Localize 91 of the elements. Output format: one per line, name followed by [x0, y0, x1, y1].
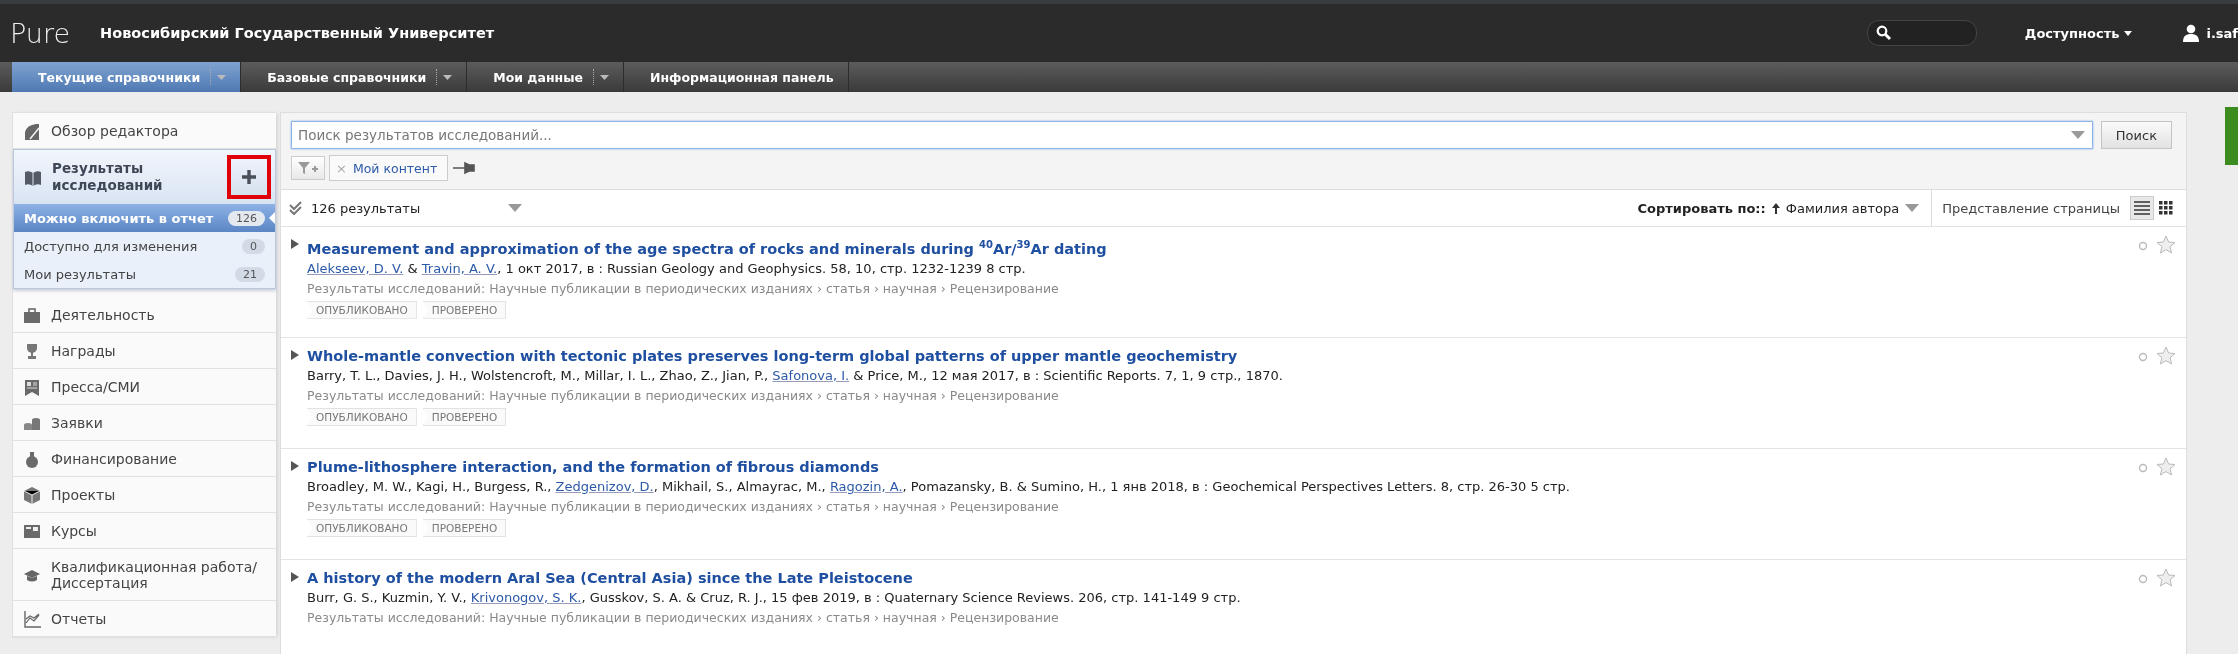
sidebar-item[interactable]: Финансирование: [13, 441, 276, 477]
menu-icon: [23, 609, 41, 628]
result-count: 126 результаты: [311, 200, 421, 216]
count-badge: 0: [242, 238, 265, 254]
nav-tab[interactable]: Информационная панель: [623, 62, 849, 92]
result-title[interactable]: Plume-lithosphere interaction, and the formation of fibrous diamonds: [307, 457, 879, 477]
filter-chip[interactable]: × Мой контент: [329, 155, 449, 181]
grid-icon: [2159, 201, 2173, 215]
filter-icon: [297, 161, 319, 175]
double-check-icon[interactable]: [289, 201, 303, 215]
menu-icon: [23, 485, 41, 504]
up-arrow-icon: [1771, 202, 1780, 214]
result-category: Результаты исследований: Научные публикации в периодических изданиях › статья › научная › Рецензирование: [307, 609, 1060, 627]
view-label: Представление страницы: [1941, 200, 2121, 216]
status-tag: ОПУБЛИКОВАНО: [307, 519, 417, 537]
expand-arrow-icon[interactable]: [291, 572, 299, 582]
author-link[interactable]: Ragozin, A.: [829, 479, 903, 494]
result-authors: Barry, T. L., Davies, J. H., Wolstencroft, M., Millar, I. L., Zhao, Z., Jian, P., Safonova, I. & Price, M., 12 мая 2017, в : Scientific Reports. 7, 1, 9 стр., 1870.: [307, 367, 1284, 385]
logo[interactable]: Pure: [10, 17, 71, 49]
add-filter-button[interactable]: [291, 156, 325, 180]
count-badge: 126: [228, 210, 265, 226]
sidebar-item[interactable]: Отчеты: [13, 601, 276, 637]
circle-icon[interactable]: [2138, 352, 2148, 362]
author-link[interactable]: Safonova, I.: [772, 368, 850, 383]
result-title[interactable]: Measurement and approximation of the age spectra of rocks and minerals during $^{40}$Ar/$^{39}$Ar dating: [307, 235, 1107, 259]
university-name: Новосибирский Государственный Университет: [100, 25, 495, 41]
sidebar-item[interactable]: Проекты: [13, 477, 276, 513]
sort-label: Сортировать по::: [1637, 200, 1766, 216]
menu-icon: [23, 377, 41, 396]
caret-icon: [2124, 30, 2133, 36]
sidebar-subitem[interactable]: Можно включить в отчет 126: [14, 204, 275, 232]
caret-icon: [217, 74, 227, 80]
status-tag: ОПУБЛИКОВАНО: [307, 408, 417, 426]
search-field[interactable]: [1866, 20, 1977, 46]
result-category: Результаты исследований: Научные публикации в периодических изданиях › статья › научная › Рецензирование: [307, 279, 1060, 298]
menu-icon: [24, 168, 42, 186]
list-icon: [2134, 201, 2150, 215]
menu-icon: [23, 305, 41, 324]
result-authors: Alekseev, D. V. & Travin, A. V., 1 окт 2017, в : Russian Geology and Geophysics. 58, 10, стр. 1232-1239 8 стр.: [307, 259, 1027, 278]
author-link[interactable]: Travin, A. V.: [421, 260, 498, 276]
accessibility-menu[interactable]: Доступность: [2024, 25, 2133, 41]
result-category: Результаты исследований: Научные публикации в периодических изданиях › статья › научная › Рецензирование: [307, 498, 1060, 516]
star-icon[interactable]: [2156, 457, 2176, 476]
dropdown-arrow-icon[interactable]: [2070, 131, 2085, 139]
menu-icon: [23, 121, 41, 140]
star-icon[interactable]: [2156, 346, 2176, 365]
author-link[interactable]: Krivonogov, S. K.: [470, 590, 582, 605]
expand-arrow-icon[interactable]: [291, 461, 299, 471]
sidebar-subitem[interactable]: Мои результаты 21: [14, 260, 275, 288]
dropdown-arrow-icon[interactable]: [508, 204, 523, 212]
sort-dropdown[interactable]: Фамилия автора: [1785, 200, 1900, 216]
sidebar-item[interactable]: Пресса/СМИ: [13, 369, 276, 405]
star-icon[interactable]: [2156, 568, 2176, 587]
star-icon[interactable]: [2156, 235, 2176, 254]
circle-icon[interactable]: [2138, 241, 2148, 251]
result-authors: Broadley, M. W., Kagi, H., Burgess, R., Zedgenizov, D., Mikhail, S., Almayrac, M., Ragozin, A., Pomazansky, B. & Sumino, H., 1 янв 2018, в : Geochemical Perspectives Letters. 8, стр. 26-30 5 стр.: [307, 478, 1571, 496]
search-button[interactable]: Поиск: [2100, 121, 2172, 149]
expand-arrow-icon[interactable]: [291, 350, 299, 360]
result-authors: Burr, G. S., Kuzmin, Y. V., Krivonogov, S. K., Gusskov, S. A. & Cruz, R. J., 15 фев 2019, в : Quaternary Science Reviews. 206, стр. 141-149 9 стр.: [307, 589, 1242, 607]
search-icon: [1875, 25, 1892, 41]
sidebar-item[interactable]: Награды: [13, 333, 276, 369]
sidebar-item[interactable]: Курсы: [13, 513, 276, 549]
search-field[interactable]: Поиск результатов исследований...: [291, 121, 2093, 149]
nav-tab[interactable]: Мои данные: [467, 62, 624, 92]
status-tag: ПРОВЕРЕНО: [422, 408, 507, 426]
user-name[interactable]: i.saf: [2206, 25, 2238, 41]
author-link[interactable]: Alekseev, D. V.: [307, 260, 404, 276]
menu-icon: [23, 449, 41, 468]
status-tag: ОПУБЛИКОВАНО: [307, 300, 417, 319]
sidebar-item[interactable]: Деятельность: [13, 297, 276, 333]
nav-tab[interactable]: Базовые справочники: [241, 62, 468, 92]
result-title[interactable]: Whole-mantle convection with tectonic plates preserves long-term global patterns of upper mantle geochemistry: [307, 346, 1238, 366]
caret-icon: [599, 74, 609, 80]
sidebar-item[interactable]: Заявки: [13, 405, 276, 441]
count-badge: 21: [235, 266, 265, 282]
author-link[interactable]: Zedgenizov, D.: [555, 479, 654, 494]
caret-icon: [443, 74, 453, 80]
result-title[interactable]: A history of the modern Aral Sea (Central Asia) since the Late Pleistocene: [307, 568, 913, 588]
pin-icon[interactable]: [452, 161, 477, 175]
dropdown-arrow-icon[interactable]: [1905, 204, 1920, 212]
sidebar-subitem[interactable]: Доступно для изменения 0: [14, 232, 275, 260]
status-tag: ПРОВЕРЕНО: [422, 519, 507, 537]
user-icon: [2182, 24, 2201, 42]
status-tag: ПРОВЕРЕНО: [422, 300, 507, 319]
circle-icon[interactable]: [2138, 574, 2148, 584]
expand-arrow-icon[interactable]: [291, 239, 299, 249]
view-toggle[interactable]: [2130, 196, 2154, 220]
sidebar-item[interactable]: Квалификационная работа/ Диссертация: [13, 549, 276, 601]
circle-icon[interactable]: [2138, 463, 2148, 473]
plus-icon: [241, 169, 257, 185]
result-category: Результаты исследований: Научные публикации в периодических изданиях › статья › научная › Рецензирование: [307, 387, 1060, 405]
